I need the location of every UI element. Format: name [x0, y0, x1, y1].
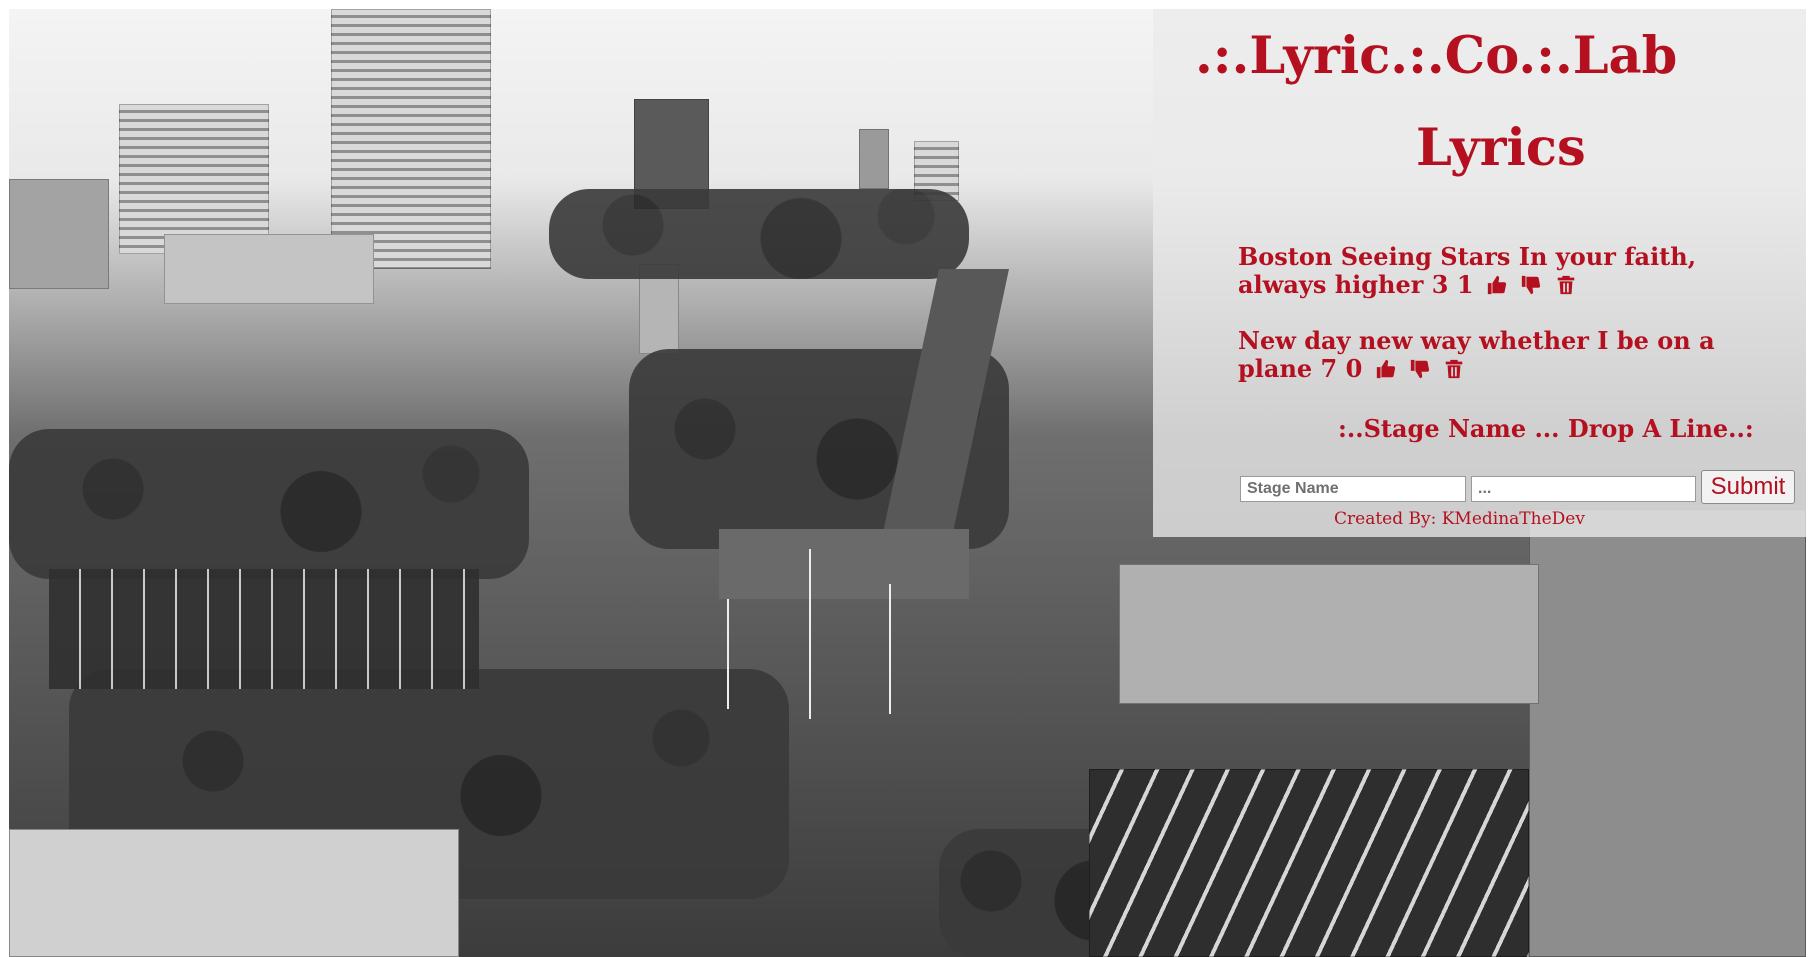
thumbs-down-icon[interactable]	[1520, 274, 1542, 296]
office-building	[119, 104, 269, 254]
parking-lot	[49, 569, 479, 689]
amphitheater-steps	[1089, 769, 1529, 957]
submit-button[interactable]: Submit	[1701, 470, 1795, 504]
stage-name-input[interactable]	[1240, 476, 1466, 502]
plaza	[719, 529, 969, 599]
trash-icon[interactable]	[1443, 358, 1465, 380]
parking-garage	[164, 234, 374, 304]
lyrics-heading: Lyrics	[1416, 118, 1586, 178]
lyric-text: Boston Seeing Stars In your faith, alway…	[1238, 242, 1697, 299]
form-heading: :..Stage Name ... Drop A Line..:	[1338, 414, 1754, 443]
thumbs-up-icon[interactable]	[1375, 358, 1397, 380]
tree-canopy	[9, 429, 529, 579]
flag-pole	[889, 584, 891, 714]
thumbs-up-icon[interactable]	[1486, 274, 1508, 296]
flag-pole	[809, 549, 811, 719]
lyric-item: Boston Seeing Stars In your faith, alway…	[1238, 243, 1778, 299]
app-title: .:.Lyric.:.Co.:.Lab	[1195, 26, 1678, 86]
flag-pole	[727, 599, 729, 709]
lyric-text: New day new way whether I be on a plane …	[1238, 326, 1715, 383]
lyric-item: New day new way whether I be on a plane …	[1238, 327, 1778, 383]
credit-text: Created By: KMedinaTheDev	[1334, 509, 1585, 529]
tree-canopy	[549, 189, 969, 279]
building-right	[1529, 509, 1806, 957]
lyric-line-input[interactable]	[1471, 476, 1696, 502]
rooftop	[9, 829, 459, 957]
capitol-dome	[859, 129, 889, 189]
building-center	[1119, 564, 1539, 704]
tower-building	[331, 9, 491, 269]
trash-icon[interactable]	[1555, 274, 1577, 296]
thumbs-down-icon[interactable]	[1409, 358, 1431, 380]
building	[9, 179, 109, 289]
